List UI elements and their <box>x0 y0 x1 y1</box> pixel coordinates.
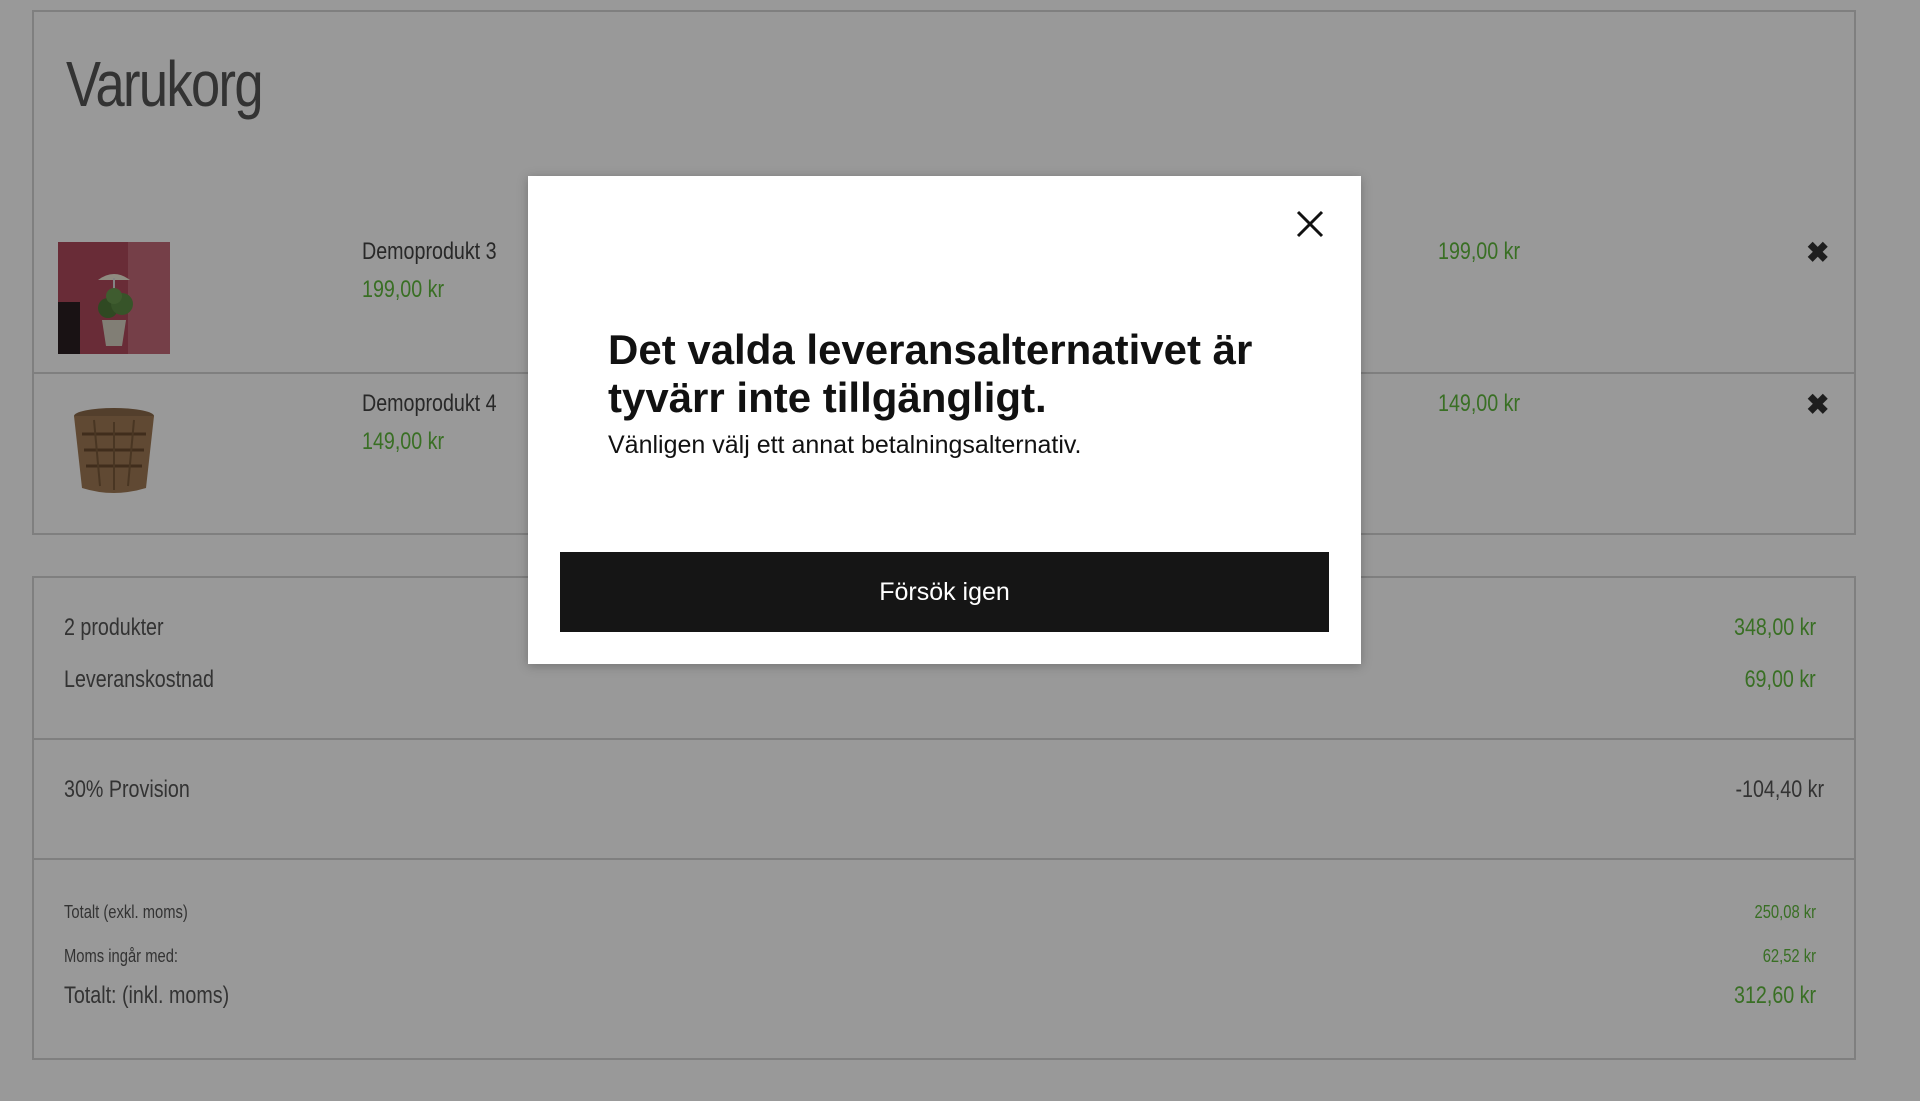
modal-message: Vänligen välj ett annat betalningsaltern… <box>608 431 1082 459</box>
error-modal: Det valda leveransalternativet är tyvärr… <box>528 176 1361 664</box>
try-again-button[interactable]: Försök igen <box>560 552 1329 632</box>
modal-heading: Det valda leveransalternativet är tyvärr… <box>608 326 1253 421</box>
cart-page: Varukorg Demoprodukt 3 199,00 kr 199,00 … <box>0 0 1920 1101</box>
close-icon[interactable] <box>1288 202 1332 246</box>
